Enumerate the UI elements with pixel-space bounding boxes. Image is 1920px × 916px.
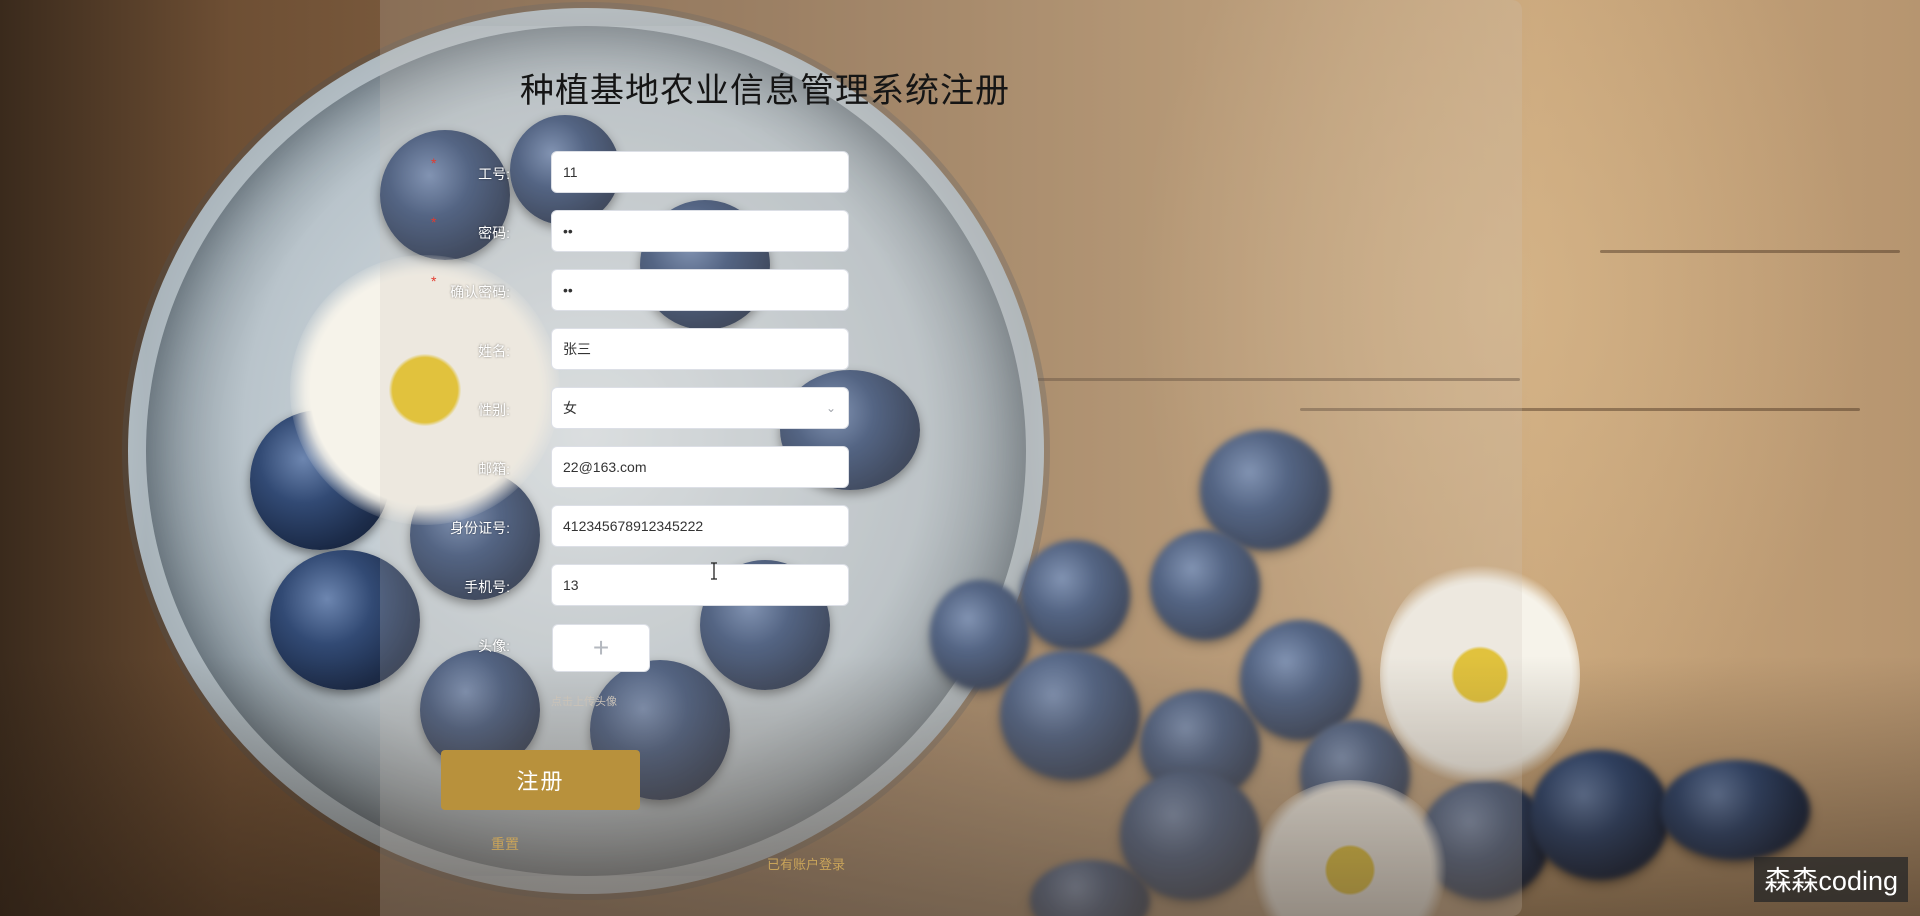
name-input[interactable] [551, 328, 849, 370]
password-label: 密码: [478, 225, 510, 241]
id-card-label: 身份证号: [450, 520, 510, 536]
form-row-name: 姓名: [400, 328, 860, 372]
confirm-password-label: 确认密码: [450, 284, 510, 300]
chevron-down-icon: ⌄ [825, 401, 836, 415]
email-label: 邮箱: [478, 461, 510, 477]
form-row-id-card: 身份证号: [400, 505, 860, 549]
gender-selected-value: 女 [563, 400, 577, 416]
avatar-upload-tip: 点击上传头像 [551, 696, 617, 708]
register-button[interactable]: 注册 [441, 750, 640, 810]
form-row-password: * 密码: [400, 210, 860, 254]
form-row-gender: 性别: 女 ⌄ [400, 387, 860, 431]
gender-select[interactable]: 女 ⌄ [551, 387, 849, 429]
avatar-upload-button[interactable]: + [552, 624, 650, 672]
phone-input[interactable] [551, 564, 849, 606]
password-input[interactable] [551, 210, 849, 252]
form-row-confirm-password: * 确认密码: [400, 269, 860, 313]
name-label: 姓名: [478, 343, 510, 359]
plus-icon: + [592, 632, 610, 663]
confirm-password-input[interactable] [551, 269, 849, 311]
login-link[interactable]: 已有账户登录 [767, 854, 845, 873]
page-title: 种植基地农业信息管理系统注册 [520, 72, 1010, 110]
job-no-label: 工号: [478, 166, 510, 182]
form-row-email: 邮箱: [400, 446, 860, 490]
phone-label: 手机号: [464, 579, 510, 595]
job-no-input[interactable] [551, 151, 849, 193]
avatar-label: 头像: [478, 638, 510, 654]
form-row-phone: 手机号: [400, 564, 860, 608]
text-cursor-icon [711, 562, 717, 580]
email-input[interactable] [551, 446, 849, 488]
id-card-input[interactable] [551, 505, 849, 547]
form-row-job-no: * 工号: [400, 151, 860, 195]
reset-link[interactable]: 重置 [491, 834, 519, 854]
gender-label: 性别: [478, 402, 510, 418]
watermark: 森森coding [1754, 857, 1908, 902]
